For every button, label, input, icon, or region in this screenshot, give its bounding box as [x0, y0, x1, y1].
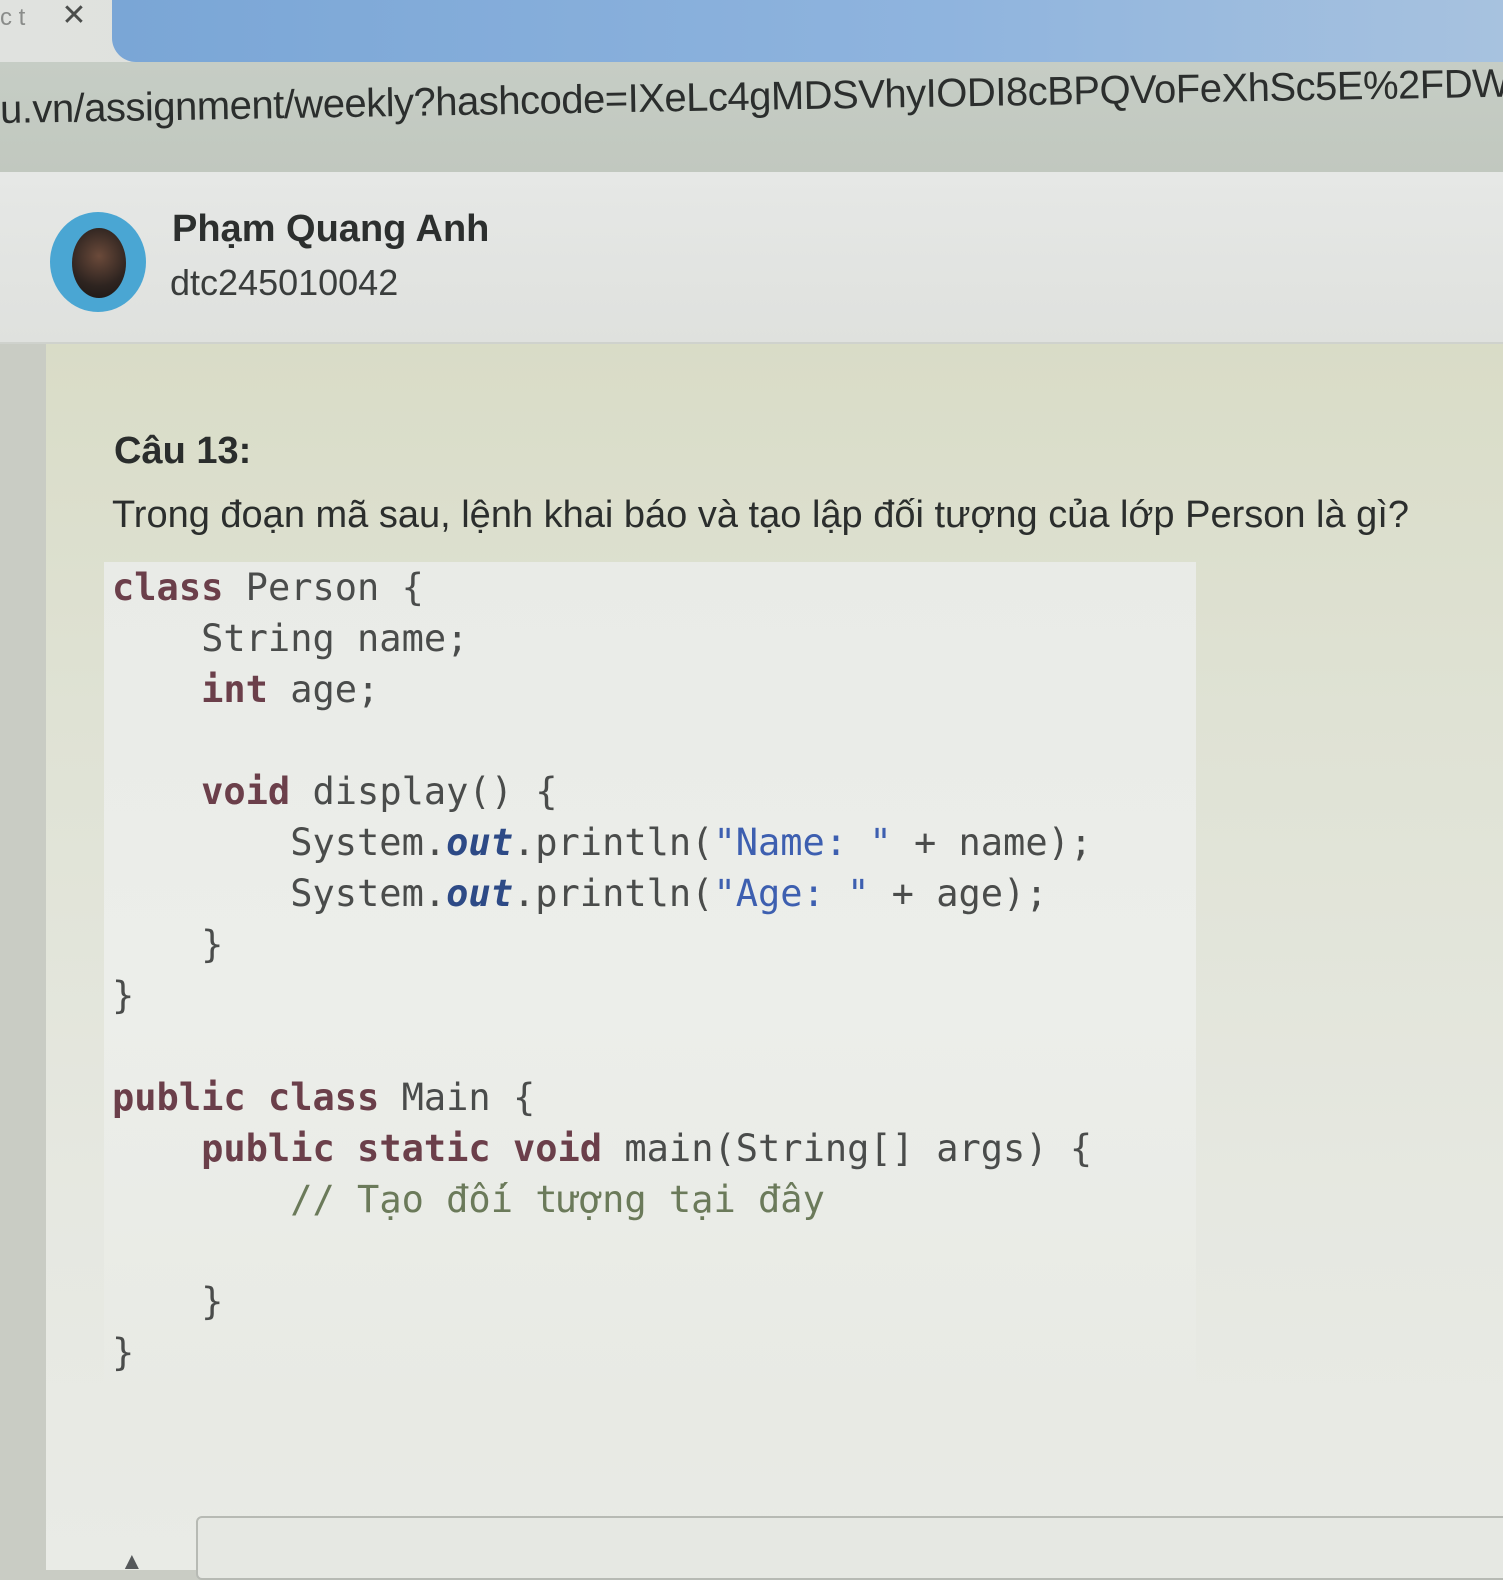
address-bar[interactable]: u.vn/assignment/weekly?hashcode=IXeLc4gM…: [0, 59, 1503, 172]
code-line: int age;: [201, 668, 380, 711]
code-line: System.out.println("Name: " + name);: [112, 821, 1093, 864]
code-line: }: [112, 923, 224, 966]
code-line: String name;: [112, 617, 469, 660]
question-panel: Câu 13: Trong đoạn mã sau, lệnh khai báo…: [46, 344, 1503, 1570]
code-line: }: [112, 1331, 135, 1374]
code-line: // Tạo đối tượng tại đây: [290, 1178, 825, 1221]
browser-tab-bar: c t ✕ +: [0, 0, 1503, 62]
code-line: System.out.println("Age: " + age);: [112, 872, 1048, 915]
code-line: class Person {: [112, 566, 424, 609]
tab-title: c t: [0, 4, 26, 31]
close-tab-icon[interactable]: ✕: [58, 0, 90, 34]
browser-tab[interactable]: c t ✕: [0, 0, 112, 40]
user-name: Phạm Quang Anh: [172, 208, 490, 250]
code-line: }: [112, 1280, 224, 1323]
avatar: [50, 212, 146, 312]
code-line: }: [112, 974, 135, 1017]
code-content: class Person { String name; int age; voi…: [112, 562, 1092, 1378]
url-text[interactable]: u.vn/assignment/weekly?hashcode=IXeLc4gM…: [0, 59, 1503, 133]
code-line: public static void main(String[] args) {: [201, 1127, 1093, 1170]
user-id: dtc245010042: [170, 262, 399, 303]
avatar-photo: [72, 228, 126, 298]
answer-input[interactable]: [196, 1516, 1503, 1580]
caret-up-icon[interactable]: ▲: [120, 1548, 160, 1578]
active-tab[interactable]: [112, 0, 1503, 62]
question-text: Trong đoạn mã sau, lệnh khai báo và tạo …: [112, 494, 1410, 536]
user-header: Phạm Quang Anh dtc245010042: [0, 172, 1503, 344]
question-title: Câu 13:: [114, 430, 252, 472]
code-block: class Person { String name; int age; voi…: [104, 562, 1196, 1422]
code-line: public class Main {: [112, 1076, 536, 1119]
code-line: void display() {: [201, 770, 558, 813]
